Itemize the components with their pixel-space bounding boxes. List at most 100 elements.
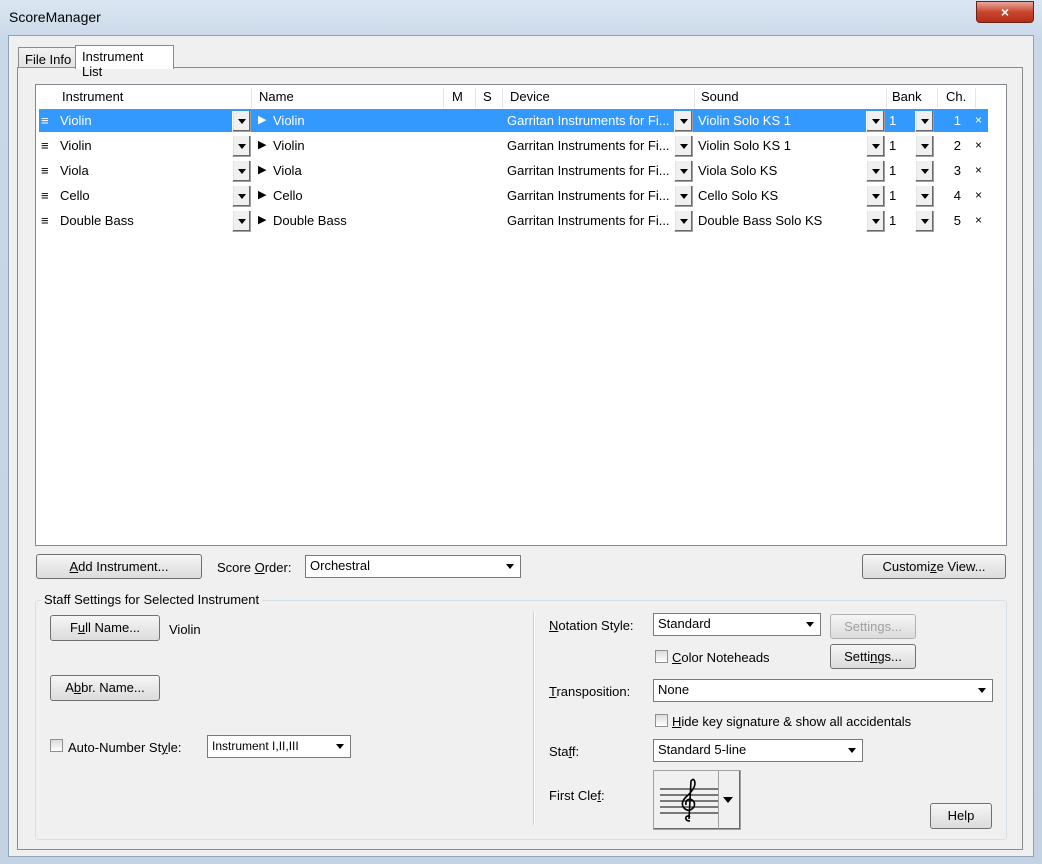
- sound-dropdown[interactable]: [866, 136, 885, 157]
- transposition-select[interactable]: None: [653, 679, 993, 702]
- channel-cell[interactable]: 2: [939, 134, 961, 157]
- device-dropdown[interactable]: [674, 186, 693, 207]
- sound-cell[interactable]: Violin Solo KS 1: [698, 134, 864, 157]
- first-clef-picker[interactable]: [653, 770, 741, 830]
- table-row[interactable]: ≡ Viola ▶ Viola Garritan Instruments for Fi.…: [39, 159, 988, 182]
- sound-cell[interactable]: Viola Solo KS: [698, 159, 864, 182]
- remove-instrument-icon[interactable]: ×: [975, 109, 985, 132]
- full-name-button[interactable]: Full Name...: [50, 615, 160, 641]
- sound-dropdown[interactable]: [866, 111, 885, 132]
- customize-view-button[interactable]: Customize View...: [862, 554, 1006, 579]
- sound-dropdown[interactable]: [866, 186, 885, 207]
- channel-cell[interactable]: 3: [939, 159, 961, 182]
- expand-icon[interactable]: ▶: [258, 159, 270, 182]
- device-cell[interactable]: Garritan Instruments for Fi...: [507, 184, 673, 207]
- instrument-cell[interactable]: Violin: [60, 134, 230, 157]
- notation-style-select[interactable]: Standard: [653, 613, 821, 636]
- instrument-dropdown[interactable]: [232, 161, 251, 182]
- expand-icon[interactable]: ▶: [258, 209, 270, 232]
- expand-icon[interactable]: ▶: [258, 109, 270, 132]
- instrument-dropdown[interactable]: [232, 211, 251, 232]
- column-header-bank[interactable]: Bank: [888, 88, 938, 108]
- notation-settings-button[interactable]: Settings...: [830, 614, 916, 639]
- instrument-cell[interactable]: Violin: [60, 109, 230, 132]
- instrument-dropdown[interactable]: [232, 186, 251, 207]
- name-cell[interactable]: Double Bass: [273, 209, 443, 232]
- bank-dropdown[interactable]: [915, 186, 934, 207]
- column-header-solo[interactable]: S: [479, 88, 503, 108]
- close-button[interactable]: ×: [976, 1, 1034, 23]
- column-header-instrument[interactable]: Instrument: [58, 88, 252, 108]
- title-bar[interactable]: ScoreManager: [0, 0, 1042, 34]
- table-row[interactable]: ≡ Double Bass ▶ Double Bass Garritan Instrum…: [39, 209, 988, 232]
- device-dropdown[interactable]: [674, 136, 693, 157]
- column-header-sound[interactable]: Sound: [697, 88, 887, 108]
- score-order-label: Score Order:: [217, 560, 292, 575]
- help-button[interactable]: Help: [930, 803, 992, 829]
- tab-file-info[interactable]: File Info: [18, 47, 79, 68]
- channel-cell[interactable]: 1: [939, 109, 961, 132]
- instrument-cell[interactable]: Cello: [60, 184, 230, 207]
- bank-cell[interactable]: 1: [889, 184, 913, 207]
- device-dropdown[interactable]: [674, 161, 693, 182]
- score-order-select[interactable]: Orchestral: [305, 555, 521, 578]
- instrument-dropdown[interactable]: [232, 111, 251, 132]
- drag-handle-icon[interactable]: ≡: [41, 209, 55, 232]
- window-title: ScoreManager: [9, 9, 101, 25]
- name-cell[interactable]: Viola: [273, 159, 443, 182]
- table-row[interactable]: ≡ Cello ▶ Cello Garritan Instruments for Fi.…: [39, 184, 988, 207]
- bank-dropdown[interactable]: [915, 161, 934, 182]
- sound-dropdown[interactable]: [866, 161, 885, 182]
- sound-cell[interactable]: Cello Solo KS: [698, 184, 864, 207]
- table-row[interactable]: ≡ Violin ▶ Violin Garritan Instruments for F…: [39, 109, 988, 132]
- add-instrument-button[interactable]: Add Instrument...: [36, 554, 202, 579]
- drag-handle-icon[interactable]: ≡: [41, 109, 55, 132]
- device-dropdown[interactable]: [674, 111, 693, 132]
- device-cell[interactable]: Garritan Instruments for Fi...: [507, 209, 673, 232]
- device-dropdown[interactable]: [674, 211, 693, 232]
- instrument-dropdown[interactable]: [232, 136, 251, 157]
- remove-instrument-icon[interactable]: ×: [975, 184, 985, 207]
- expand-icon[interactable]: ▶: [258, 134, 270, 157]
- drag-handle-icon[interactable]: ≡: [41, 134, 55, 157]
- instrument-cell[interactable]: Viola: [60, 159, 230, 182]
- noteheads-settings-button[interactable]: Settings...: [830, 644, 916, 669]
- bank-cell[interactable]: 1: [889, 209, 913, 232]
- bank-dropdown[interactable]: [915, 111, 934, 132]
- device-cell[interactable]: Garritan Instruments for Fi...: [507, 159, 673, 182]
- color-noteheads-checkbox[interactable]: [655, 650, 668, 663]
- sound-dropdown[interactable]: [866, 211, 885, 232]
- table-row[interactable]: ≡ Violin ▶ Violin Garritan Instruments for F…: [39, 134, 988, 157]
- drag-handle-icon[interactable]: ≡: [41, 184, 55, 207]
- channel-cell[interactable]: 4: [939, 184, 961, 207]
- remove-instrument-icon[interactable]: ×: [975, 159, 985, 182]
- drag-handle-icon[interactable]: ≡: [41, 159, 55, 182]
- sound-cell[interactable]: Violin Solo KS 1: [698, 109, 864, 132]
- sound-cell[interactable]: Double Bass Solo KS: [698, 209, 864, 232]
- bank-dropdown[interactable]: [915, 211, 934, 232]
- remove-instrument-icon[interactable]: ×: [975, 209, 985, 232]
- bank-cell[interactable]: 1: [889, 159, 913, 182]
- column-header-channel[interactable]: Ch.: [942, 88, 976, 108]
- auto-number-style-select[interactable]: Instrument I,II,III: [207, 735, 351, 758]
- expand-icon[interactable]: ▶: [258, 184, 270, 207]
- name-cell[interactable]: Violin: [273, 109, 443, 132]
- column-header-name[interactable]: Name: [255, 88, 444, 108]
- hide-key-signature-checkbox[interactable]: [655, 714, 668, 727]
- name-cell[interactable]: Cello: [273, 184, 443, 207]
- column-header-mute[interactable]: M: [448, 88, 476, 108]
- bank-dropdown[interactable]: [915, 136, 934, 157]
- name-cell[interactable]: Violin: [273, 134, 443, 157]
- column-header-device[interactable]: Device: [506, 88, 695, 108]
- channel-cell[interactable]: 5: [939, 209, 961, 232]
- instrument-cell[interactable]: Double Bass: [60, 209, 230, 232]
- bank-cell[interactable]: 1: [889, 109, 913, 132]
- device-cell[interactable]: Garritan Instruments for Fi...: [507, 109, 673, 132]
- remove-instrument-icon[interactable]: ×: [975, 134, 985, 157]
- device-cell[interactable]: Garritan Instruments for Fi...: [507, 134, 673, 157]
- tab-instrument-list[interactable]: Instrument List: [75, 45, 174, 79]
- auto-number-checkbox[interactable]: [50, 739, 63, 752]
- bank-cell[interactable]: 1: [889, 134, 913, 157]
- staff-select[interactable]: Standard 5-line: [653, 739, 863, 762]
- abbr-name-button[interactable]: Abbr. Name...: [50, 675, 160, 701]
